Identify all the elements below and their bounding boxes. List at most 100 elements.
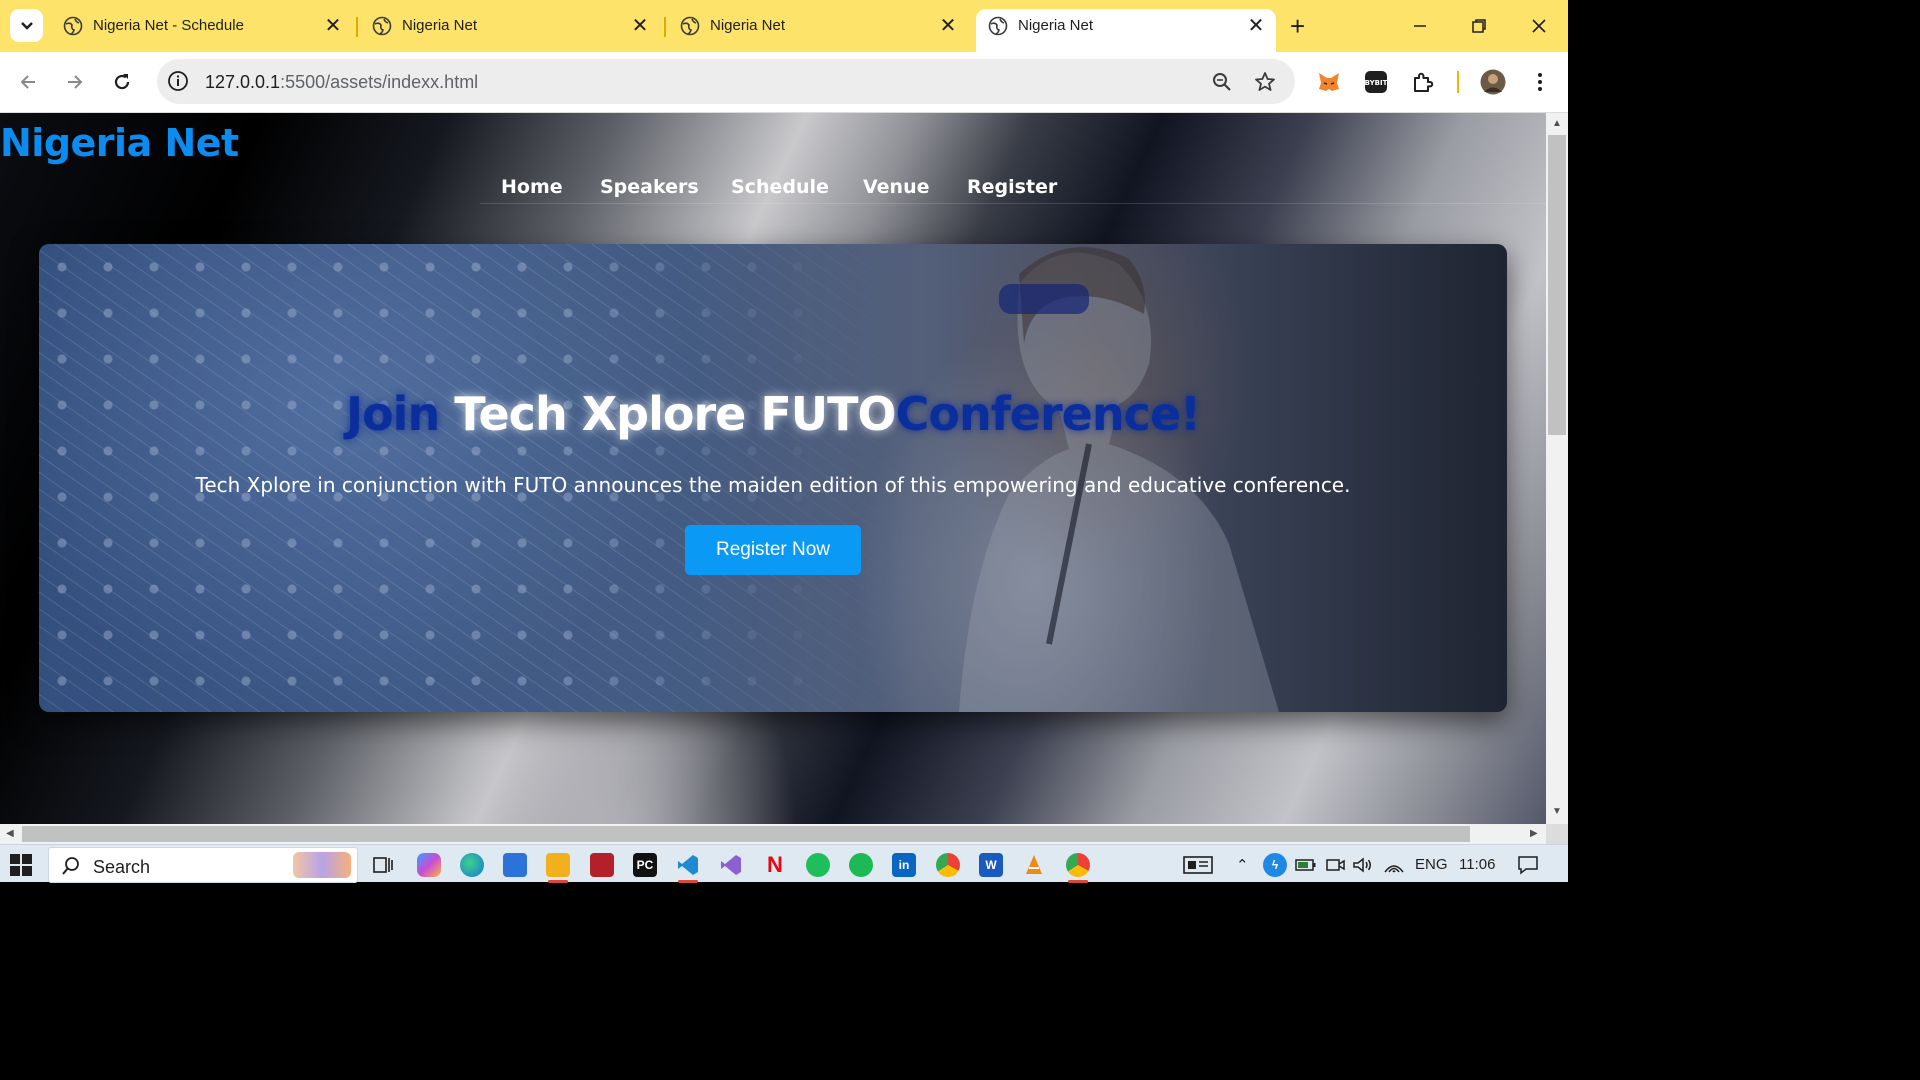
chrome-active-icon[interactable] xyxy=(1066,853,1090,877)
camera-icon[interactable] xyxy=(1323,853,1347,877)
tab-close-icon[interactable]: ✕ xyxy=(323,16,343,36)
globe-icon xyxy=(988,16,1008,36)
nav-underline xyxy=(480,203,1546,204)
site-logo[interactable]: Nigeria Net xyxy=(0,121,239,165)
whatsapp-icon[interactable] xyxy=(806,853,830,877)
store-icon[interactable] xyxy=(503,853,527,877)
restore-button[interactable] xyxy=(1464,12,1494,40)
minimize-button[interactable] xyxy=(1405,12,1435,40)
horizontal-scrollbar[interactable]: ◀ ▶ xyxy=(0,824,1546,844)
wifi-icon[interactable] xyxy=(1382,853,1406,877)
vertical-scroll-thumb[interactable] xyxy=(1548,135,1566,435)
chrome-icon[interactable] xyxy=(936,853,960,877)
more-vert-icon xyxy=(1538,73,1542,91)
tab-title: Nigeria Net xyxy=(402,17,478,34)
bybit-extension-icon[interactable]: BYBIT xyxy=(1363,69,1389,95)
zoom-icon[interactable] xyxy=(1210,70,1234,94)
app-red-icon[interactable] xyxy=(590,853,614,877)
browser-toolbar: 127.0.0.1:5500/assets/indexx.html BYBIT xyxy=(0,52,1568,113)
nav-speakers[interactable]: Speakers xyxy=(600,176,699,198)
windows-start-icon[interactable] xyxy=(10,854,32,876)
word-icon[interactable]: W xyxy=(979,853,1003,877)
reload-icon xyxy=(114,74,130,90)
arrow-right-icon xyxy=(68,75,83,89)
scrollbar-corner xyxy=(1546,824,1568,844)
copilot-icon[interactable] xyxy=(417,853,441,877)
search-icon xyxy=(62,857,79,875)
tab-strip: Nigeria Net - Schedule ✕ Nigeria Net ✕ N… xyxy=(0,0,1568,52)
hero-title-event: Tech Xplore FUTO xyxy=(454,387,896,441)
hero-title: Join Tech Xplore FUTOConference! xyxy=(39,387,1507,441)
url-host: 127.0.0.1 xyxy=(205,72,281,92)
volume-icon[interactable] xyxy=(1351,853,1375,877)
metamask-extension-icon[interactable] xyxy=(1316,69,1342,95)
hero-title-conference: Conference! xyxy=(895,387,1201,441)
nav-schedule[interactable]: Schedule xyxy=(731,176,829,198)
scroll-down-icon[interactable]: ▼ xyxy=(1552,807,1562,817)
profile-avatar[interactable] xyxy=(1480,69,1506,95)
extensions-puzzle-icon[interactable] xyxy=(1410,69,1436,95)
tab-close-icon[interactable]: ✕ xyxy=(938,16,958,36)
nav-venue[interactable]: Venue xyxy=(863,176,930,198)
notifications-icon[interactable] xyxy=(1516,853,1540,877)
nav-register[interactable]: Register xyxy=(967,176,1057,198)
language-indicator[interactable]: ENG xyxy=(1415,856,1448,873)
spotify-icon[interactable] xyxy=(849,853,873,877)
running-indicator xyxy=(678,880,698,883)
lightning-app-icon[interactable]: ϟ xyxy=(1263,853,1287,877)
back-button[interactable] xyxy=(14,68,42,96)
scroll-right-icon[interactable]: ▶ xyxy=(1530,829,1538,839)
bookmark-star-icon[interactable] xyxy=(1253,70,1277,94)
globe-icon xyxy=(63,16,83,36)
news-widget-icon[interactable] xyxy=(1183,853,1213,877)
address-bar[interactable]: 127.0.0.1:5500/assets/indexx.html xyxy=(157,59,1295,104)
tab-close-icon[interactable]: ✕ xyxy=(1246,16,1266,36)
chevron-down-icon xyxy=(20,21,33,30)
scroll-up-icon[interactable]: ▲ xyxy=(1552,119,1562,129)
search-highlight-image xyxy=(293,852,351,878)
url-text[interactable]: 127.0.0.1:5500/assets/indexx.html xyxy=(205,72,478,93)
nav-home[interactable]: Home xyxy=(501,176,563,198)
vlc-icon[interactable] xyxy=(1022,853,1046,877)
file-explorer-icon[interactable] xyxy=(546,853,570,877)
tab-close-icon[interactable]: ✕ xyxy=(630,16,650,36)
netflix-icon[interactable]: N xyxy=(763,852,787,877)
url-path: :5500/assets/indexx.html xyxy=(280,72,479,92)
windows-taskbar: Search PC N in W ⌃ ϟ ENG 11:06 xyxy=(0,844,1568,883)
tab-nigeria-net-1[interactable]: Nigeria Net ✕ xyxy=(372,7,652,45)
battery-icon[interactable] xyxy=(1294,853,1318,877)
register-now-button[interactable]: Register Now xyxy=(685,525,861,575)
forward-button[interactable] xyxy=(61,68,89,96)
tab-separator xyxy=(356,17,358,37)
arrow-left-icon xyxy=(20,75,35,89)
browser-menu-button[interactable] xyxy=(1527,69,1553,95)
tab-separator xyxy=(664,17,666,37)
page-viewport: Nigeria Net Home Speakers Schedule Venue… xyxy=(0,113,1546,824)
tab-title: Nigeria Net xyxy=(1018,17,1094,34)
visual-studio-icon[interactable] xyxy=(719,853,743,877)
tab-nigeria-net-active[interactable]: Nigeria Net ✕ xyxy=(988,7,1268,45)
edge-icon[interactable] xyxy=(460,853,484,877)
tab-search-button[interactable] xyxy=(10,9,43,42)
reload-button[interactable] xyxy=(108,68,136,96)
task-view-icon[interactable] xyxy=(371,853,395,877)
close-window-button[interactable] xyxy=(1524,12,1554,40)
nav-schedule-label: Schedule xyxy=(731,176,829,198)
scroll-left-icon[interactable]: ◀ xyxy=(6,829,14,839)
tab-nigeria-net-2[interactable]: Nigeria Net ✕ xyxy=(680,7,960,45)
clock[interactable]: 11:06 xyxy=(1459,856,1495,873)
globe-icon xyxy=(372,16,392,36)
site-info-icon[interactable] xyxy=(166,69,190,93)
new-tab-button[interactable]: + xyxy=(1290,13,1305,39)
linkedin-icon[interactable]: in xyxy=(892,853,916,877)
vertical-scrollbar[interactable]: ▲ ▼ xyxy=(1546,113,1568,824)
chevron-up-icon[interactable]: ⌃ xyxy=(1236,856,1249,874)
hero-banner: Join Tech Xplore FUTOConference! Tech Xp… xyxy=(39,244,1507,712)
restore-icon xyxy=(1472,19,1486,33)
horizontal-scroll-thumb[interactable] xyxy=(22,826,1470,842)
vscode-icon[interactable] xyxy=(676,853,700,877)
tab-schedule[interactable]: Nigeria Net - Schedule ✕ xyxy=(63,7,343,45)
pycharm-icon[interactable]: PC xyxy=(633,853,657,877)
taskbar-search[interactable]: Search xyxy=(48,847,358,883)
tab-title: Nigeria Net - Schedule xyxy=(93,17,244,34)
